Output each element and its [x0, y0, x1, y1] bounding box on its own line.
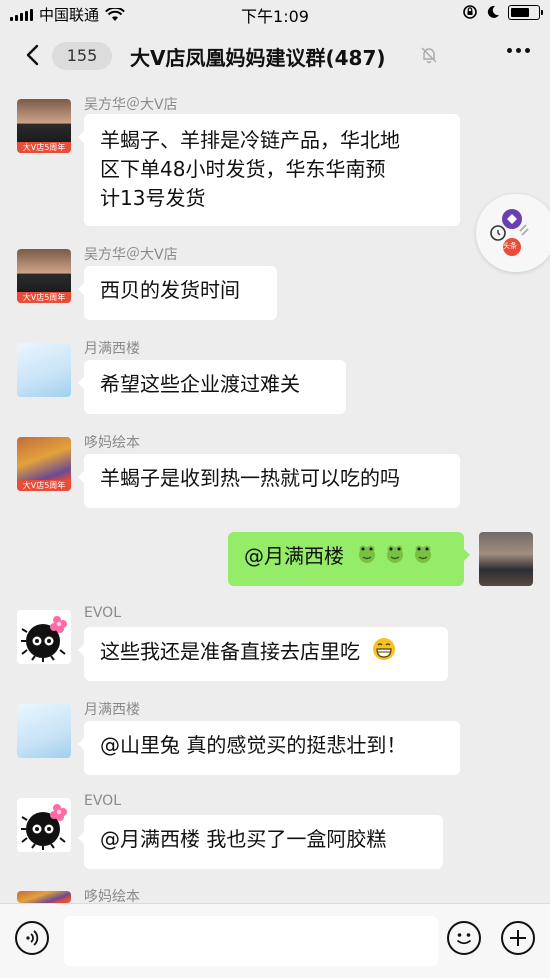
- message-bubble[interactable]: @月满西楼 我也买了一盒阿胶糕: [78, 815, 443, 869]
- emoji-smile-icon[interactable]: [447, 921, 481, 955]
- avatar[interactable]: [17, 891, 71, 903]
- battery-icon: [508, 4, 543, 20]
- voice-icon[interactable]: [15, 921, 49, 955]
- avatar[interactable]: [17, 343, 71, 397]
- avatar[interactable]: 大V店5周年: [17, 99, 71, 153]
- message-line: 羊蝎子是收到热一热就可以吃的吗: [100, 466, 400, 490]
- frog-emoji-icon: [356, 543, 378, 573]
- message-line: 希望这些企业渡过难关: [100, 372, 300, 396]
- self-avatar[interactable]: [479, 532, 533, 586]
- frog-emoji-icon: [384, 543, 406, 573]
- back-chevron-icon[interactable]: [22, 43, 46, 67]
- sender-name: 月满西楼: [84, 702, 140, 718]
- avatar[interactable]: 大V店5周年: [17, 437, 71, 491]
- message-line: 区下单48小时发货，华东华南预: [100, 157, 386, 181]
- avatar-tag: 大V店5周年: [17, 480, 71, 491]
- message-bubble[interactable]: @山里兔 真的感觉买的挺悲壮到！: [78, 721, 460, 775]
- message-line: @山里兔 真的感觉买的挺悲壮到！: [100, 733, 407, 757]
- status-bar: 中国联通 下午1:09: [0, 0, 550, 26]
- floating-widget-label: 头条: [503, 242, 517, 250]
- orientation-lock-icon: [463, 5, 477, 19]
- chat-title: 大V店凤凰妈妈建议群(487): [130, 46, 386, 70]
- status-right: [462, 4, 543, 20]
- sender-name: 哆妈绘本: [84, 435, 140, 451]
- sender-name: 吴方华＠大V店: [84, 97, 178, 113]
- unread-count-badge[interactable]: 155: [52, 42, 112, 70]
- message-line: 羊蝎子、羊排是冷链产品，华北地: [100, 128, 400, 152]
- avatar-tag: 大V店5周年: [17, 142, 71, 153]
- soot-sprite-icon: [21, 616, 67, 662]
- message-bubble[interactable]: 希望这些企业渡过难关: [78, 360, 346, 414]
- sender-name: EVOL: [84, 793, 121, 809]
- plus-icon[interactable]: [501, 921, 535, 955]
- floating-apps-icon: [490, 209, 529, 256]
- mute-bell-icon: [421, 47, 437, 64]
- avatar-tag: 大V店5周年: [17, 292, 71, 303]
- avatar[interactable]: [17, 704, 71, 758]
- message-line: 计13号发货: [100, 186, 206, 210]
- avatar[interactable]: [17, 610, 71, 664]
- message-bubble[interactable]: 羊蝎子、羊排是冷链产品，华北地 区下单48小时发货，华东华南预 计13号发货: [78, 114, 460, 226]
- input-bar: [0, 903, 550, 978]
- soot-sprite-icon: [21, 804, 67, 850]
- message-bubble[interactable]: 羊蝎子是收到热一热就可以吃的吗: [78, 454, 460, 508]
- frog-emoji-icon: [412, 543, 434, 573]
- sender-name: 月满西楼: [84, 341, 140, 357]
- message-bubble[interactable]: 这些我还是准备直接去店里吃: [78, 627, 448, 681]
- floating-widget[interactable]: 头条: [476, 194, 550, 272]
- moon-icon: [487, 5, 499, 18]
- sender-name: 吴方华＠大V店: [84, 247, 178, 263]
- avatar[interactable]: 大V店5周年: [17, 249, 71, 303]
- message-bubble[interactable]: 西贝的发货时间: [78, 266, 277, 320]
- message-line: 西贝的发货时间: [100, 278, 240, 302]
- more-dots-icon[interactable]: [507, 48, 530, 53]
- message-line: @月满西楼: [244, 544, 344, 568]
- message-input[interactable]: [64, 916, 438, 966]
- grin-emoji-icon: [372, 637, 396, 669]
- message-line: 这些我还是准备直接去店里吃: [100, 639, 360, 664]
- chat-header: 155 大V店凤凰妈妈建议群(487): [0, 26, 550, 86]
- avatar[interactable]: [17, 798, 71, 852]
- sender-name: EVOL: [84, 605, 121, 621]
- message-line: @月满西楼 我也买了一盒阿胶糕: [100, 827, 387, 851]
- message-bubble-self[interactable]: @月满西楼: [228, 532, 470, 586]
